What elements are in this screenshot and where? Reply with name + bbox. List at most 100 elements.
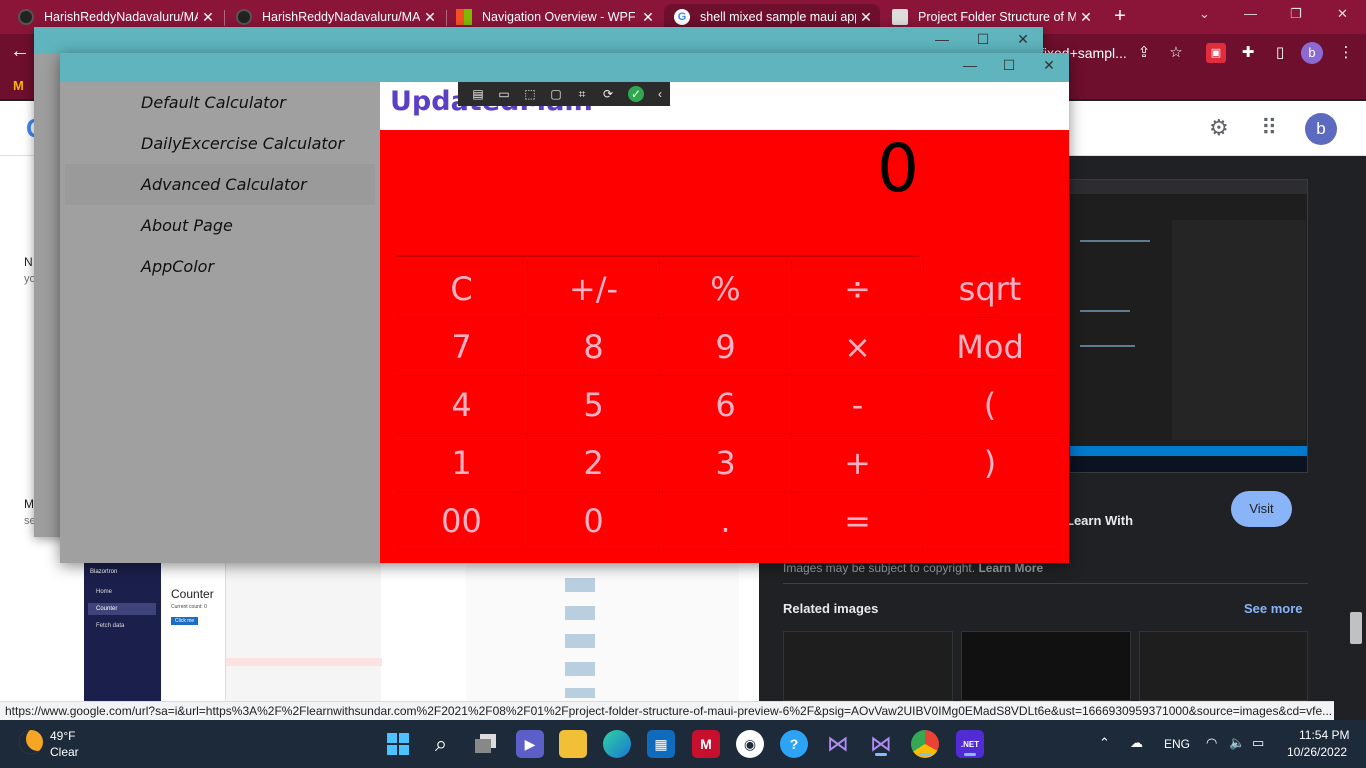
preview-image[interactable] xyxy=(1069,179,1308,473)
check-icon[interactable]: ✓ xyxy=(628,86,644,102)
key-close-paren[interactable]: ) xyxy=(924,434,1056,492)
track-focus-icon[interactable]: ⌗ xyxy=(574,86,590,102)
key-add[interactable]: + xyxy=(792,434,924,492)
close-icon[interactable]: ✕ xyxy=(1076,9,1096,26)
profile-avatar[interactable]: b xyxy=(1301,42,1323,64)
key-subtract[interactable]: - xyxy=(792,376,924,434)
maui-app-window[interactable]: — ☐ ✕ Default Calculator DailyExcercise … xyxy=(60,53,1069,563)
key-open-paren[interactable]: ( xyxy=(924,376,1056,434)
apps-grid-icon[interactable]: ⠿ xyxy=(1261,115,1277,141)
chrome-icon[interactable] xyxy=(911,730,939,758)
weather-condition[interactable]: Clear xyxy=(50,745,79,759)
key-5[interactable]: 5 xyxy=(528,376,660,434)
start-icon[interactable] xyxy=(384,730,412,758)
key-3[interactable]: 3 xyxy=(660,434,792,492)
key-1[interactable]: 1 xyxy=(396,434,528,492)
key-multiply[interactable]: × xyxy=(792,318,924,376)
key-7[interactable]: 7 xyxy=(396,318,528,376)
flyout-item-appcolor[interactable]: AppColor xyxy=(65,246,375,287)
key-8[interactable]: 8 xyxy=(528,318,660,376)
clock-time[interactable]: 11:54 PM xyxy=(1299,728,1349,742)
file-explorer-icon[interactable] xyxy=(559,730,587,758)
camera-icon[interactable]: ▭ xyxy=(496,86,512,102)
key-equals[interactable]: = xyxy=(792,492,924,550)
side-panel-icon[interactable]: ▯ xyxy=(1270,43,1290,63)
flyout-item-advanced-calculator[interactable]: Advanced Calculator xyxy=(65,164,375,205)
back-arrow-icon[interactable]: ← xyxy=(10,40,30,63)
visual-studio-icon[interactable]: ⋈ xyxy=(824,730,852,758)
window-title-bar[interactable]: — ☐ ✕ xyxy=(34,27,1043,54)
gear-icon[interactable]: ⚙ xyxy=(1209,115,1229,141)
hot-reload-icon[interactable]: ⟳ xyxy=(600,86,616,102)
close-icon[interactable]: ✕ xyxy=(1039,57,1059,74)
key-double-zero[interactable]: 00 xyxy=(396,492,528,550)
close-icon[interactable]: ✕ xyxy=(638,9,658,26)
cloud-off-icon[interactable]: ☁ xyxy=(1130,735,1143,751)
learn-more-link[interactable]: Learn More xyxy=(978,561,1043,575)
close-icon[interactable]: ✕ xyxy=(1337,6,1348,22)
weather-temperature[interactable]: 49°F xyxy=(50,729,75,743)
key-mod[interactable]: Mod xyxy=(924,318,1056,376)
maximize-icon[interactable]: ☐ xyxy=(999,57,1019,74)
key-9[interactable]: 9 xyxy=(660,318,792,376)
key-negate[interactable]: +/- xyxy=(528,260,660,318)
key-clear[interactable]: C xyxy=(396,260,528,318)
extension-icon[interactable]: ▣ xyxy=(1206,43,1226,63)
store-icon[interactable]: ▦ xyxy=(647,730,675,758)
wifi-icon[interactable]: ◠ xyxy=(1206,735,1217,751)
mcafee-icon[interactable]: M xyxy=(692,730,720,758)
key-4[interactable]: 4 xyxy=(396,376,528,434)
puzzle-icon[interactable]: ✚ xyxy=(1238,43,1258,63)
related-image[interactable] xyxy=(783,631,953,701)
star-icon[interactable]: ☆ xyxy=(1166,43,1186,63)
chevron-down-icon[interactable]: ⌄ xyxy=(1199,6,1210,22)
avatar[interactable]: b xyxy=(1305,113,1337,145)
visual-studio-icon[interactable]: ⋈ xyxy=(867,730,895,758)
close-icon[interactable]: ✕ xyxy=(1013,31,1033,48)
github-desktop-icon[interactable]: ◉ xyxy=(736,730,764,758)
window-title-bar[interactable]: — ☐ ✕ xyxy=(60,53,1069,82)
select-element-icon[interactable]: ▤ xyxy=(470,86,486,102)
chevron-left-icon[interactable]: ‹ xyxy=(652,86,668,102)
restore-icon[interactable]: ❐ xyxy=(1290,6,1302,22)
close-icon[interactable]: ✕ xyxy=(856,9,876,26)
maximize-icon[interactable]: ☐ xyxy=(973,31,993,48)
result-thumbnail-blazor[interactable]: Blazortron Home Counter Fetch data xyxy=(84,563,161,701)
edge-icon[interactable] xyxy=(603,730,631,758)
related-image[interactable] xyxy=(961,631,1131,701)
task-view-icon[interactable] xyxy=(472,730,500,758)
minimize-icon[interactable]: — xyxy=(932,31,952,47)
flyout-item-default-calculator[interactable]: Default Calculator xyxy=(65,82,375,123)
close-icon[interactable]: ✕ xyxy=(420,9,440,26)
pointer-icon[interactable]: ⬚ xyxy=(522,86,538,102)
key-2[interactable]: 2 xyxy=(528,434,660,492)
display-layout-icon[interactable]: ▢ xyxy=(548,86,564,102)
result-thumbnail-code[interactable] xyxy=(225,563,382,701)
key-divide[interactable]: ÷ xyxy=(792,260,924,318)
kebab-menu-icon[interactable]: ⋮ xyxy=(1336,43,1356,63)
clock-date[interactable]: 10/26/2022 xyxy=(1287,745,1347,759)
key-sqrt[interactable]: sqrt xyxy=(924,260,1056,318)
page-scrollbar-thumb[interactable] xyxy=(1350,612,1362,644)
dotnet-app-icon[interactable]: .NET xyxy=(956,730,984,758)
visit-button[interactable]: Visit xyxy=(1231,491,1292,527)
language-indicator[interactable]: ENG xyxy=(1164,737,1190,751)
key-0[interactable]: 0 xyxy=(528,492,660,550)
close-icon[interactable]: ✕ xyxy=(198,9,218,26)
key-6[interactable]: 6 xyxy=(660,376,792,434)
gmail-icon[interactable]: M xyxy=(13,78,24,93)
flyout-item-dailyexcercise-calculator[interactable]: DailyExcercise Calculator xyxy=(65,123,375,164)
search-icon[interactable]: ⌕ xyxy=(427,730,455,758)
new-tab-button[interactable]: + xyxy=(1108,5,1132,28)
key-decimal[interactable]: . xyxy=(660,492,792,550)
volume-icon[interactable]: 🔈 xyxy=(1229,735,1245,751)
flyout-item-about-page[interactable]: About Page xyxy=(65,205,375,246)
share-icon[interactable]: ⇪ xyxy=(1134,43,1154,63)
chevron-up-icon[interactable]: ⌃ xyxy=(1099,735,1110,751)
battery-icon[interactable]: ▭ xyxy=(1252,735,1264,751)
see-more-link[interactable]: See more xyxy=(1244,601,1303,616)
result-thumbnail-counter[interactable]: Counter Current count: 0 Click me xyxy=(161,563,225,701)
teams-chat-icon[interactable]: ▶ xyxy=(516,730,544,758)
result-thumbnail-planes[interactable] xyxy=(466,563,739,701)
moon-icon[interactable] xyxy=(19,730,43,754)
